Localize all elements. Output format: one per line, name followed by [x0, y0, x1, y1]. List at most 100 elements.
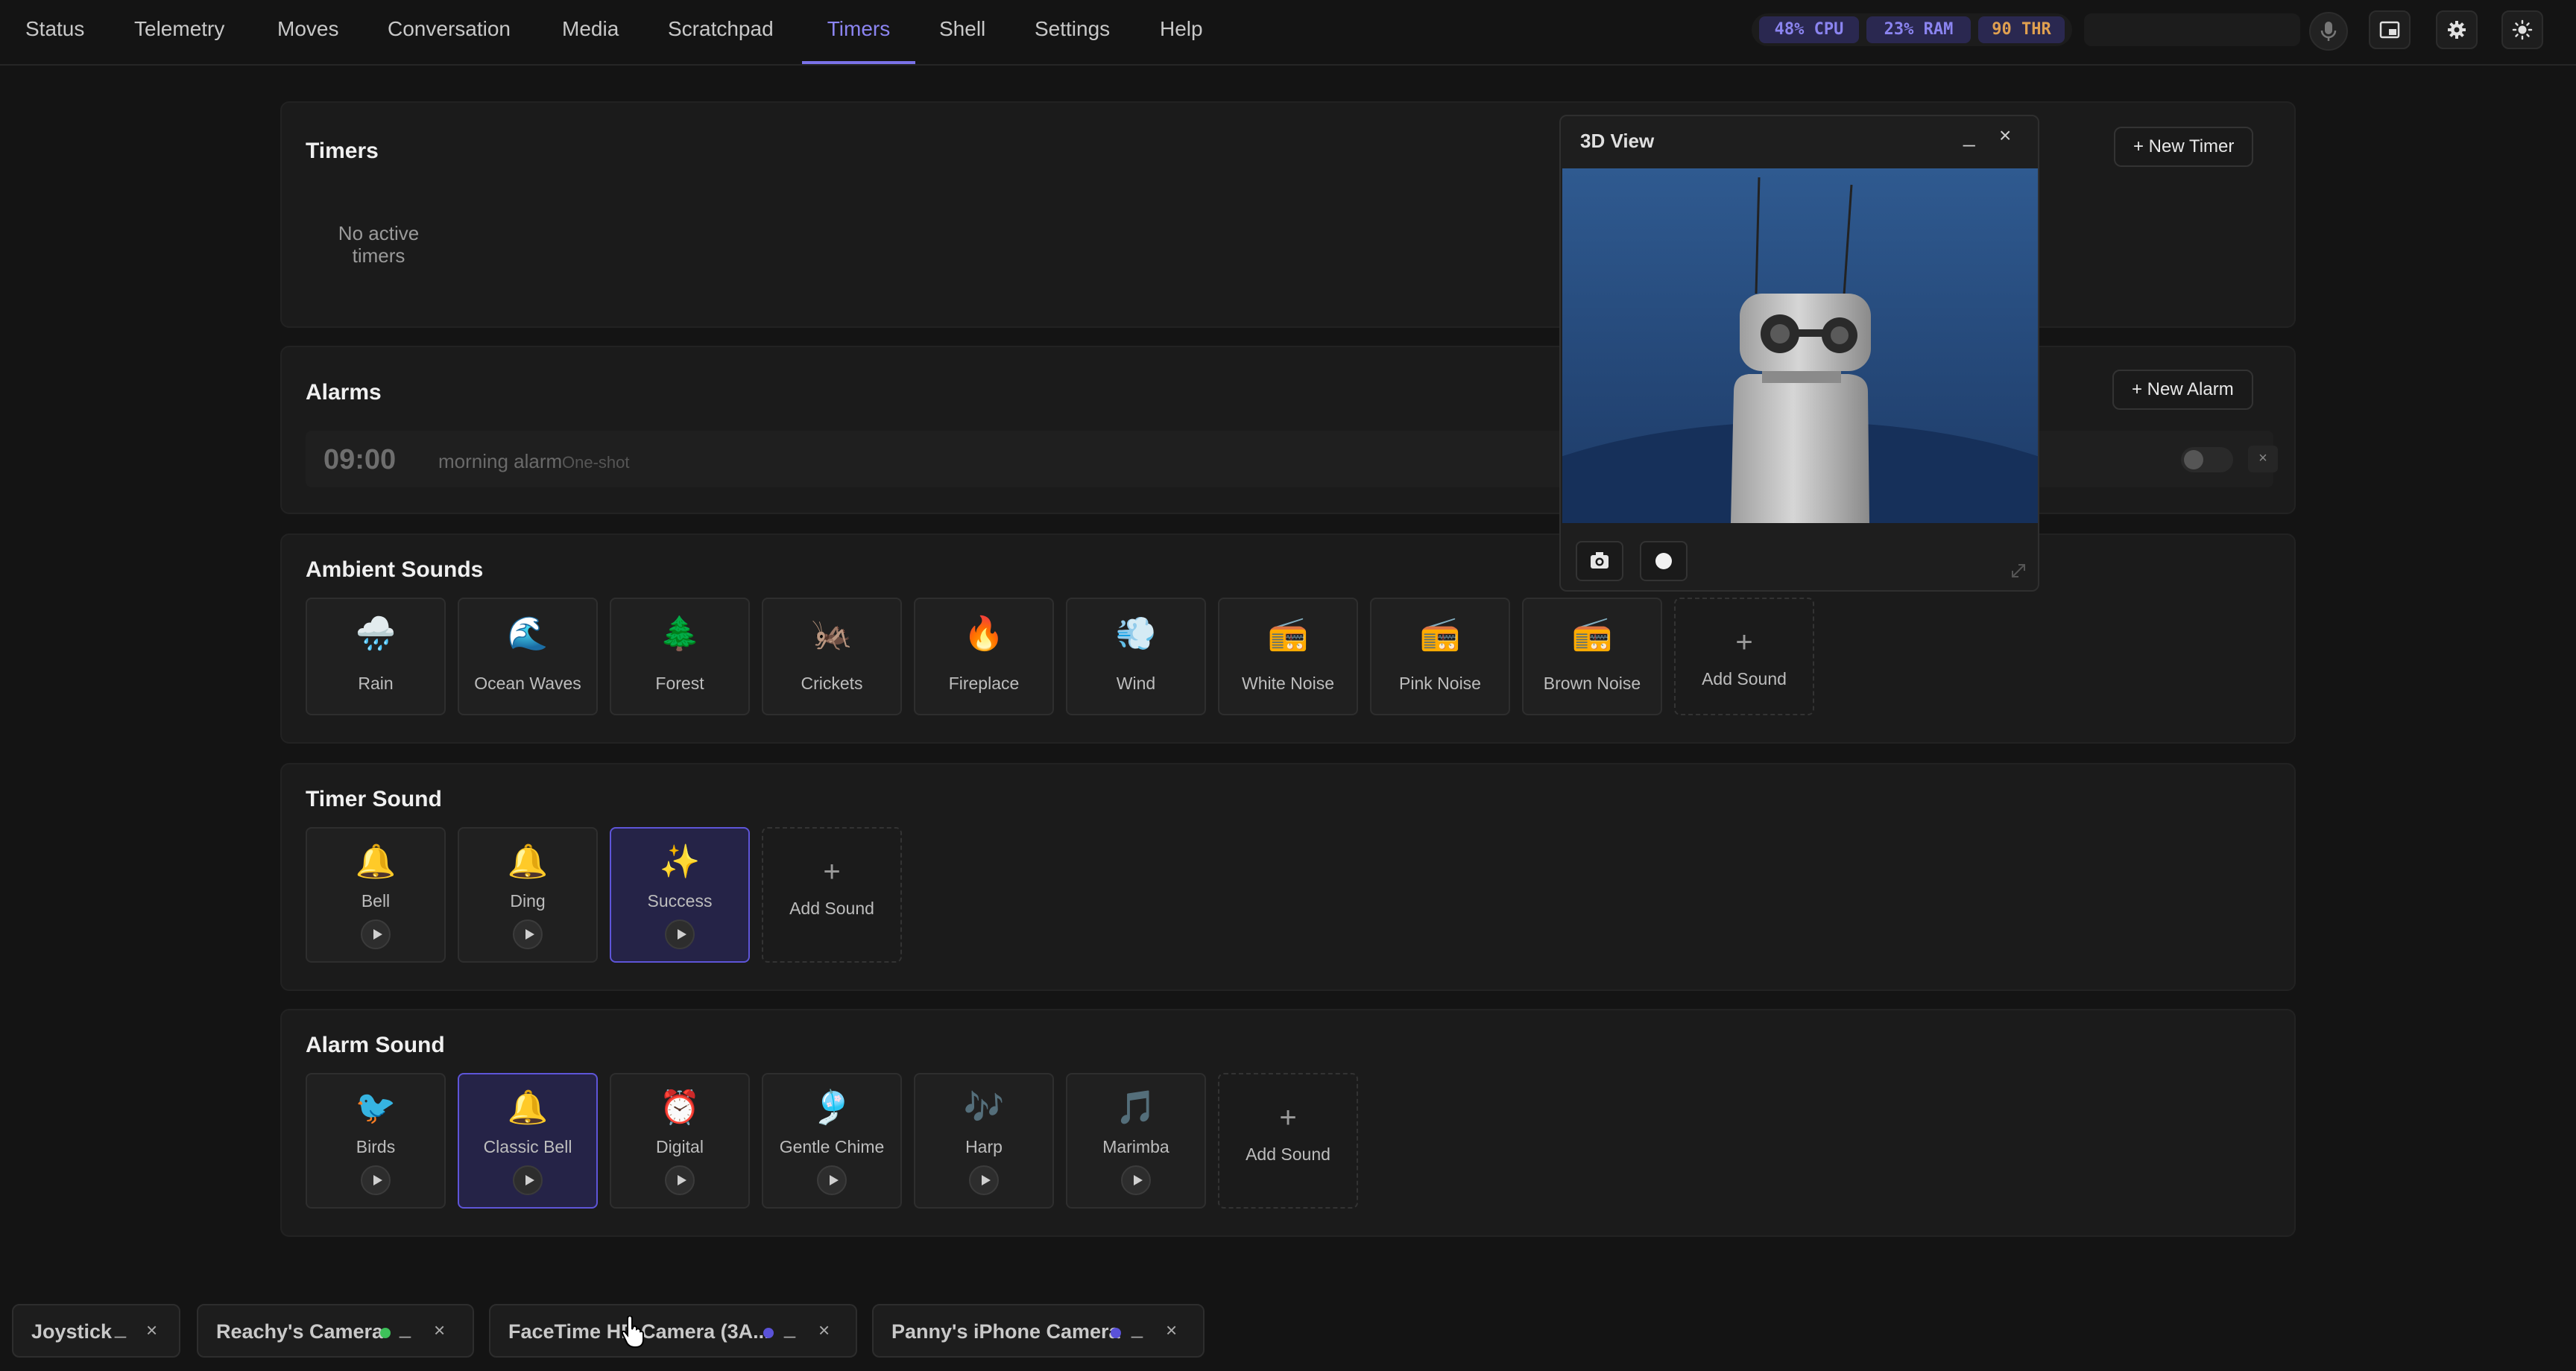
play-preview-button[interactable] — [665, 1165, 695, 1195]
sound-card-pink-noise[interactable]: 📻 Pink Noise — [1370, 598, 1510, 715]
search-input[interactable] — [2084, 13, 2300, 46]
dock-joystick[interactable]: Joystick _ × — [12, 1304, 180, 1358]
close-button[interactable]: × — [1166, 1319, 1177, 1342]
sound-label: Fireplace — [948, 674, 1020, 693]
sound-icon: 🌲 — [659, 615, 701, 652]
minimize-button[interactable]: _ — [400, 1316, 411, 1339]
tab-media[interactable]: Media — [559, 0, 622, 64]
sound-label: Bell — [361, 891, 391, 911]
add-sound-button[interactable]: + Add Sound — [1218, 1073, 1358, 1209]
dock-iphone-camera[interactable]: Panny's iPhone Camera _ × — [872, 1304, 1205, 1358]
3d-viewport[interactable] — [1561, 168, 2038, 590]
minimize-button[interactable]: _ — [115, 1316, 126, 1339]
sun-icon — [2512, 19, 2533, 40]
tab-scratchpad[interactable]: Scratchpad — [665, 0, 777, 64]
timers-title: Timers — [306, 139, 379, 163]
sound-card-digital[interactable]: ⏰ Digital — [610, 1073, 750, 1209]
play-preview-button[interactable] — [513, 1165, 543, 1195]
3d-view-window[interactable]: 3D View _ × — [1559, 115, 2039, 592]
play-preview-button[interactable] — [361, 1165, 391, 1195]
tab-help[interactable]: Help — [1157, 0, 1206, 64]
tab-conversation[interactable]: Conversation — [385, 0, 514, 64]
tab-timers[interactable]: Timers — [802, 0, 915, 64]
close-button[interactable]: × — [146, 1319, 157, 1342]
theme-toggle-button[interactable] — [2501, 10, 2543, 49]
sound-card-bell[interactable]: 🔔 Bell — [306, 827, 446, 963]
ambient-sounds-title: Ambient Sounds — [306, 557, 484, 582]
sound-card-white-noise[interactable]: 📻 White Noise — [1218, 598, 1358, 715]
empty-timers-message: No active timers — [338, 222, 420, 267]
sound-card-fireplace[interactable]: 🔥 Fireplace — [914, 598, 1054, 715]
dock-label: Panny's iPhone Camera — [891, 1320, 1120, 1343]
sound-card-birds[interactable]: 🐦 Birds — [306, 1073, 446, 1209]
sound-card-crickets[interactable]: 🦗 Crickets — [762, 598, 902, 715]
sound-label: Harp — [965, 1137, 1003, 1156]
tab-settings[interactable]: Settings — [1032, 0, 1113, 64]
dock-label: Reachy's Camera — [216, 1320, 384, 1343]
minimize-button[interactable]: _ — [1131, 1316, 1143, 1339]
status-dot — [763, 1328, 774, 1338]
play-preview-button[interactable] — [513, 919, 543, 949]
sound-label: Success — [647, 891, 713, 911]
sound-card-success[interactable]: ✨ Success — [610, 827, 750, 963]
tab-telemetry[interactable]: Telemetry — [131, 0, 227, 64]
record-icon — [1655, 553, 1672, 569]
timer-sound-title: Timer Sound — [306, 787, 442, 811]
play-preview-button[interactable] — [969, 1165, 999, 1195]
play-preview-button[interactable] — [1121, 1165, 1151, 1195]
sound-card-harp[interactable]: 🎶 Harp — [914, 1073, 1054, 1209]
dock-reachys-camera[interactable]: Reachy's Camera _ × — [197, 1304, 474, 1358]
settings-button[interactable] — [2436, 10, 2478, 49]
sound-icon: 🔥 — [963, 615, 1005, 652]
picture-in-picture-button[interactable] — [2369, 10, 2411, 49]
plus-icon: + — [1279, 1101, 1297, 1134]
close-button[interactable]: × — [434, 1319, 445, 1342]
sound-card-forest[interactable]: 🌲 Forest — [610, 598, 750, 715]
3d-view-title: 3D View — [1580, 130, 1655, 152]
sound-label: Pink Noise — [1399, 674, 1481, 693]
play-preview-button[interactable] — [817, 1165, 847, 1195]
sound-card-marimba[interactable]: 🎵 Marimba — [1066, 1073, 1206, 1209]
snapshot-button[interactable] — [1576, 541, 1623, 581]
sound-icon: 🔔 — [507, 843, 549, 880]
sound-card-ding[interactable]: 🔔 Ding — [458, 827, 598, 963]
sound-card-rain[interactable]: 🌧️ Rain — [306, 598, 446, 715]
sound-icon: 🦗 — [811, 615, 853, 652]
sound-card-classic-bell[interactable]: 🔔 Classic Bell — [458, 1073, 598, 1209]
minimize-button[interactable]: _ — [1963, 124, 1975, 148]
sound-card-gentle-chime[interactable]: 🎐 Gentle Chime — [762, 1073, 902, 1209]
sound-icon: 📻 — [1267, 615, 1309, 652]
add-sound-button[interactable]: + Add Sound — [762, 827, 902, 963]
alarm-label: morning alarm — [438, 450, 563, 472]
ram-badge: 23% RAM — [1866, 16, 1971, 43]
sound-icon: ⏰ — [659, 1089, 701, 1126]
close-button[interactable]: × — [1999, 124, 2011, 148]
gear-icon — [2448, 21, 2466, 39]
alarm-time: 09:00 — [323, 444, 397, 475]
tab-status[interactable]: Status — [22, 0, 87, 64]
minimize-button[interactable]: _ — [784, 1316, 795, 1339]
sound-label: Ding — [510, 891, 546, 911]
add-sound-button[interactable]: + Add Sound — [1674, 598, 1814, 715]
play-preview-button[interactable] — [361, 919, 391, 949]
sound-card-brown-noise[interactable]: 📻 Brown Noise — [1522, 598, 1662, 715]
delete-alarm-button[interactable]: × — [2248, 446, 2278, 472]
resize-handle[interactable] — [2008, 560, 2029, 581]
record-button[interactable] — [1640, 541, 1688, 581]
hand-cursor-icon — [621, 1316, 644, 1349]
sound-card-wind[interactable]: 💨 Wind — [1066, 598, 1206, 715]
sound-card-ocean-waves[interactable]: 🌊 Ocean Waves — [458, 598, 598, 715]
new-alarm-button[interactable]: + New Alarm — [2112, 370, 2253, 410]
dock-facetime-camera[interactable]: FaceTime HD Camera (3A... _ × — [489, 1304, 857, 1358]
cpu-badge: 48% CPU — [1759, 16, 1859, 43]
close-button[interactable]: × — [818, 1319, 830, 1342]
sound-label: Classic Bell — [483, 1137, 572, 1156]
microphone-button[interactable] — [2309, 12, 2348, 51]
tab-shell[interactable]: Shell — [936, 0, 988, 64]
new-timer-button[interactable]: + New Timer — [2114, 127, 2254, 167]
add-sound-label: Add Sound — [1702, 669, 1787, 688]
alarm-sound-title: Alarm Sound — [306, 1033, 445, 1057]
tab-moves[interactable]: Moves — [274, 0, 341, 64]
alarm-enabled-toggle[interactable] — [2181, 447, 2233, 472]
play-preview-button[interactable] — [665, 919, 695, 949]
